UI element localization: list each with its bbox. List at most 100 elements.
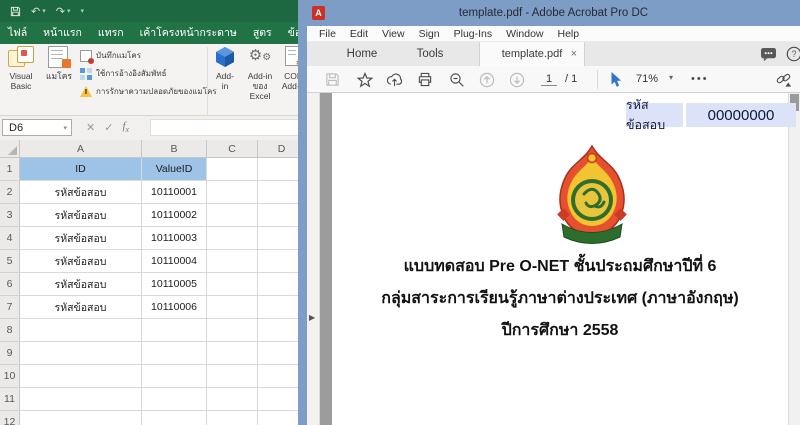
- cell[interactable]: [142, 342, 207, 365]
- row-number[interactable]: 1: [0, 158, 20, 181]
- menu-help[interactable]: Help: [551, 28, 587, 40]
- formula-input[interactable]: [150, 119, 305, 136]
- cell[interactable]: [20, 342, 142, 365]
- cell[interactable]: 10110003: [142, 227, 207, 250]
- cell[interactable]: 10110002: [142, 204, 207, 227]
- row-number[interactable]: 6: [0, 273, 20, 296]
- search-icon[interactable]: [448, 71, 465, 88]
- cancel-entry-icon[interactable]: ✕: [86, 121, 95, 134]
- cell[interactable]: [142, 365, 207, 388]
- page-number-input[interactable]: 1: [541, 73, 557, 86]
- confirm-entry-icon[interactable]: ✓: [104, 121, 113, 134]
- share-cloud-icon[interactable]: [386, 71, 403, 88]
- row-number[interactable]: 12: [0, 411, 20, 425]
- customize-quick-access-icon[interactable]: ▾: [80, 7, 84, 15]
- cell[interactable]: รหัสข้อสอบ: [20, 204, 142, 227]
- menu-edit[interactable]: Edit: [343, 28, 375, 40]
- cell[interactable]: [20, 319, 142, 342]
- cell[interactable]: [207, 204, 258, 227]
- cell[interactable]: 10110005: [142, 273, 207, 296]
- cell[interactable]: รหัสข้อสอบ: [20, 250, 142, 273]
- cell[interactable]: [207, 388, 258, 411]
- menu-view[interactable]: View: [375, 28, 412, 40]
- save-icon[interactable]: [10, 6, 21, 17]
- tab-file[interactable]: ไฟล์: [0, 22, 35, 44]
- row-number[interactable]: 8: [0, 319, 20, 342]
- cell[interactable]: [207, 227, 258, 250]
- cell[interactable]: [207, 250, 258, 273]
- help-icon[interactable]: ?: [785, 42, 800, 66]
- cell[interactable]: 10110004: [142, 250, 207, 273]
- tab-home[interactable]: Home: [331, 42, 393, 66]
- row-number[interactable]: 9: [0, 342, 20, 365]
- row-number[interactable]: 4: [0, 227, 20, 250]
- relative-references-button[interactable]: ใช้การอ้างอิงสัมพัทธ์: [80, 66, 166, 81]
- column-header-c[interactable]: C: [207, 140, 258, 158]
- exam-code-field[interactable]: 00000000: [686, 103, 796, 127]
- menu-file[interactable]: File: [312, 28, 343, 40]
- cell[interactable]: [207, 273, 258, 296]
- cell[interactable]: [207, 365, 258, 388]
- print-icon[interactable]: [416, 71, 433, 88]
- column-header-a[interactable]: A: [20, 140, 142, 158]
- cell[interactable]: 10110001: [142, 181, 207, 204]
- column-header-b[interactable]: B: [142, 140, 207, 158]
- menu-sign[interactable]: Sign: [412, 28, 447, 40]
- save-icon[interactable]: [324, 71, 341, 88]
- cell[interactable]: [142, 319, 207, 342]
- cell[interactable]: รหัสข้อสอบ: [20, 181, 142, 204]
- more-tools-icon[interactable]: •••: [691, 73, 709, 85]
- row-number[interactable]: 2: [0, 181, 20, 204]
- cell[interactable]: รหัสข้อสอบ: [20, 227, 142, 250]
- share-link-icon[interactable]: [775, 71, 792, 88]
- cell[interactable]: [20, 411, 142, 425]
- zoom-level-value[interactable]: 71%: [636, 73, 658, 85]
- add-in-button[interactable]: Add- in: [211, 46, 239, 112]
- macro-security-button[interactable]: การรักษาความปลอดภัยของแมโคร: [80, 84, 217, 99]
- cell[interactable]: [142, 411, 207, 425]
- star-icon[interactable]: [356, 71, 373, 88]
- expand-nav-pane-icon[interactable]: ▶: [309, 313, 315, 322]
- cell-b1[interactable]: ValueID: [142, 158, 207, 181]
- row-number[interactable]: 10: [0, 365, 20, 388]
- cell[interactable]: [20, 365, 142, 388]
- tab-tools[interactable]: Tools: [403, 42, 457, 66]
- name-box[interactable]: D6 ▾: [2, 119, 72, 136]
- tab-page-layout[interactable]: เค้าโครงหน้ากระดาษ: [132, 22, 245, 44]
- cell[interactable]: [20, 388, 142, 411]
- tab-home[interactable]: หน้าแรก: [35, 22, 90, 44]
- redo-button[interactable]: ↷▾: [56, 5, 71, 18]
- select-tool-cursor-icon[interactable]: [608, 71, 625, 88]
- menu-window[interactable]: Window: [499, 28, 550, 40]
- record-macro-button[interactable]: บันทึกแมโคร: [80, 48, 141, 63]
- cell[interactable]: [207, 342, 258, 365]
- row-number[interactable]: 7: [0, 296, 20, 319]
- excel-add-ins-button[interactable]: ⚙⚙ Add-in ของ Excel: [242, 46, 278, 112]
- visual-basic-button[interactable]: Visual Basic: [2, 46, 40, 112]
- previous-page-icon[interactable]: [478, 71, 495, 88]
- macros-button[interactable]: แมโคร: [42, 46, 76, 112]
- close-tab-icon[interactable]: ×: [571, 48, 577, 60]
- cell[interactable]: [207, 296, 258, 319]
- cell[interactable]: [207, 319, 258, 342]
- zoom-caret-icon[interactable]: ▾: [669, 73, 673, 82]
- cell-a1[interactable]: ID: [20, 158, 142, 181]
- row-number[interactable]: 5: [0, 250, 20, 273]
- select-all-corner[interactable]: [0, 140, 20, 158]
- tab-formulas[interactable]: สูตร: [245, 22, 280, 44]
- undo-button[interactable]: ↶▾: [31, 5, 46, 18]
- insert-function-icon[interactable]: fx: [122, 120, 129, 134]
- cell[interactable]: [207, 158, 258, 181]
- tab-insert[interactable]: แทรก: [90, 22, 132, 44]
- row-number[interactable]: 11: [0, 388, 20, 411]
- menu-plugins[interactable]: Plug-Ins: [447, 28, 500, 40]
- row-number[interactable]: 3: [0, 204, 20, 227]
- cell[interactable]: [142, 388, 207, 411]
- cell[interactable]: 10110006: [142, 296, 207, 319]
- tab-document[interactable]: template.pdf ×: [479, 42, 585, 66]
- comments-icon[interactable]: [757, 42, 779, 66]
- cell[interactable]: รหัสข้อสอบ: [20, 273, 142, 296]
- name-box-caret-icon[interactable]: ▾: [63, 124, 67, 132]
- vertical-scrollbar[interactable]: [788, 93, 800, 425]
- cell[interactable]: [207, 181, 258, 204]
